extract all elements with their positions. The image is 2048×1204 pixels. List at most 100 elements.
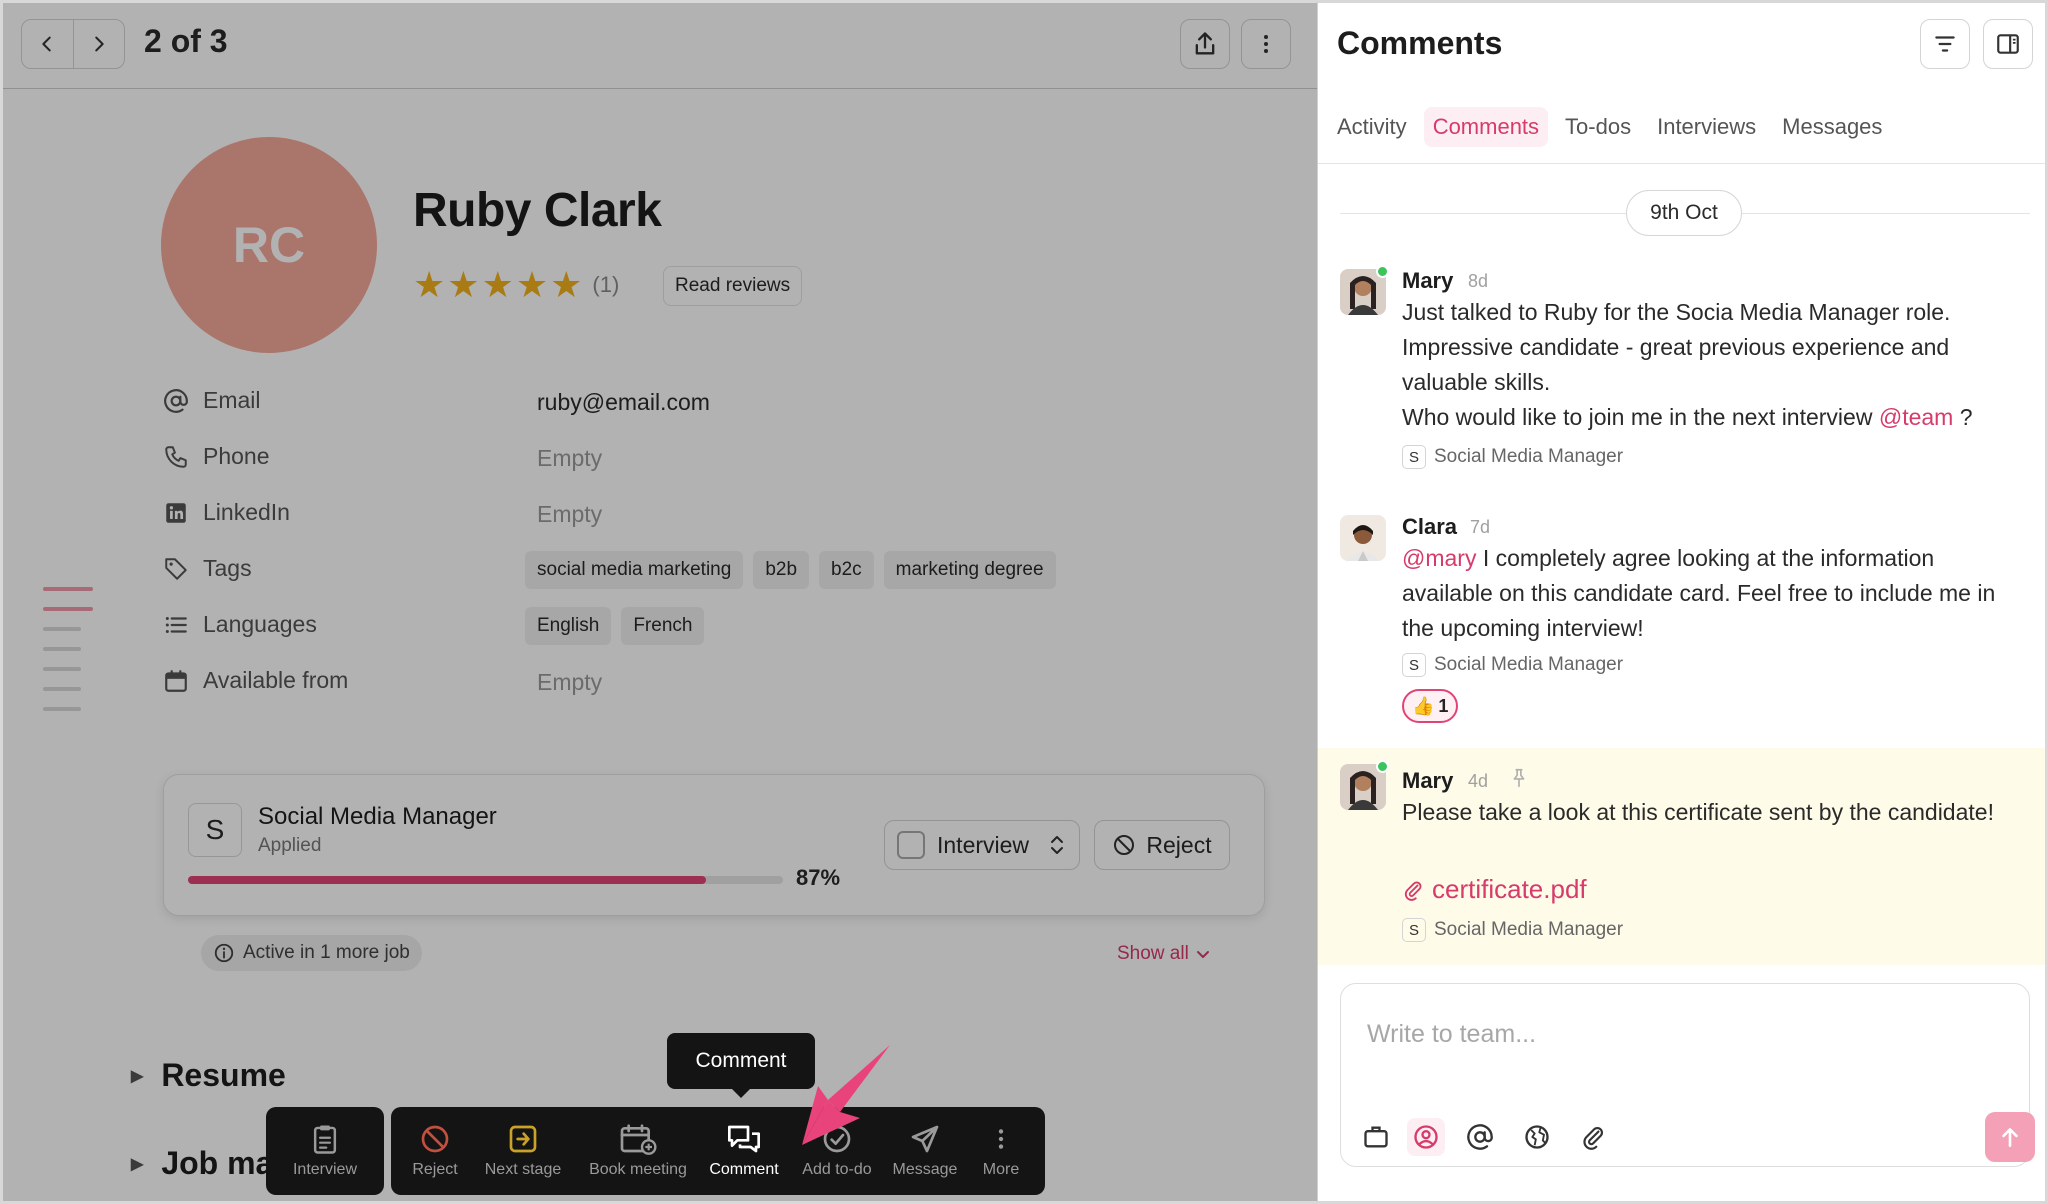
arrow-up-icon xyxy=(2002,1128,2018,1147)
at-icon xyxy=(164,388,188,413)
linkedin-icon xyxy=(166,502,186,523)
star-icon: ★ xyxy=(447,264,480,305)
tag-icon xyxy=(165,557,187,580)
annotation-arrow-icon xyxy=(802,1045,890,1145)
comment-action-button[interactable]: Comment xyxy=(699,1107,789,1195)
comment-job-tag[interactable]: S Social Media Manager xyxy=(1402,918,1623,942)
email-value[interactable]: ruby@email.com xyxy=(537,389,710,416)
candidate-more-button[interactable] xyxy=(1241,19,1291,69)
comment-job-tag[interactable]: S Social Media Manager xyxy=(1402,653,1623,677)
avatar xyxy=(1340,515,1386,561)
candidate-avatar: RC xyxy=(161,137,377,353)
stage-select[interactable]: Interview xyxy=(884,820,1080,870)
attach-file-button[interactable] xyxy=(1574,1118,1612,1156)
mention-button[interactable] xyxy=(1461,1118,1499,1156)
ban-icon xyxy=(421,1125,449,1153)
pin-icon xyxy=(1513,768,1525,788)
read-reviews-button[interactable]: Read reviews xyxy=(663,266,803,306)
prev-candidate-button[interactable] xyxy=(22,20,73,68)
tag-chip[interactable]: b2c xyxy=(819,551,874,589)
job-progress-fill xyxy=(188,876,706,884)
comment-text: Please take a look at this certificate s… xyxy=(1402,799,1994,825)
linkedin-value[interactable]: Empty xyxy=(537,501,602,528)
candidate-rating: ★ ★ ★ ★ ★ (1) xyxy=(413,265,619,305)
next-candidate-button[interactable] xyxy=(74,20,125,68)
tag-chip[interactable]: social media marketing xyxy=(525,551,744,589)
candidate-nav xyxy=(21,19,125,69)
toolbar-reject-button[interactable]: Reject xyxy=(403,1107,467,1195)
share-button[interactable] xyxy=(1180,19,1230,69)
panel-toggle-button[interactable] xyxy=(1983,19,2033,69)
comment-time: 7d xyxy=(1470,517,1491,537)
toolbar-more-button[interactable]: More xyxy=(967,1107,1035,1195)
languages-list: English French xyxy=(525,607,705,645)
comment-item: Mary 8d Just talked to Ruby for the Soci… xyxy=(1318,255,2045,495)
tag-chip[interactable]: b2b xyxy=(753,551,810,589)
available-from-label: Available from xyxy=(163,667,348,694)
show-all-jobs-link[interactable]: Show all xyxy=(1117,943,1211,965)
thumbs-up-icon: 👍 xyxy=(1412,695,1435,716)
book-meeting-button[interactable]: Book meeting xyxy=(579,1107,697,1195)
active-jobs-badge[interactable]: Active in 1 more job xyxy=(201,935,422,971)
arrow-right-box-icon xyxy=(509,1125,537,1153)
date-separator: 9th Oct xyxy=(1626,190,1742,236)
comment-time: 4d xyxy=(1468,771,1489,791)
section-scroll-indicator[interactable] xyxy=(43,587,95,727)
job-section-toggle[interactable]: ▶ Job ma xyxy=(131,1145,273,1182)
phone-value[interactable]: Empty xyxy=(537,445,602,472)
tab-messages[interactable]: Messages xyxy=(1773,107,1891,147)
job-context-button[interactable] xyxy=(1357,1118,1395,1156)
job-status: Applied xyxy=(258,835,322,856)
comment-item-pinned: Mary 4d Please take a look at this certi… xyxy=(1318,748,2045,965)
stage-select-label: Interview xyxy=(937,831,1030,858)
job-card: S Social Media Manager Applied 87% Inter… xyxy=(163,774,1265,916)
at-icon xyxy=(1467,1124,1493,1150)
languages-label: Languages xyxy=(163,611,317,638)
team-visibility-button[interactable] xyxy=(1407,1118,1445,1156)
linkedin-label: LinkedIn xyxy=(163,499,290,526)
next-stage-button[interactable]: Next stage xyxy=(477,1107,569,1195)
chevron-updown-icon xyxy=(1051,836,1063,854)
language-chip[interactable]: English xyxy=(525,607,612,645)
chevron-right-icon xyxy=(94,36,104,52)
tab-todos[interactable]: To-dos xyxy=(1556,107,1640,147)
tab-activity[interactable]: Activity xyxy=(1328,107,1416,147)
phone-icon xyxy=(165,445,187,468)
comment-input[interactable] xyxy=(1367,1020,1987,1049)
star-icon: ★ xyxy=(413,264,446,305)
tag-chip[interactable]: marketing degree xyxy=(883,551,1056,589)
comment-author[interactable]: Clara xyxy=(1402,514,1457,540)
public-visibility-button[interactable] xyxy=(1518,1118,1556,1156)
comment-composer xyxy=(1340,983,2035,1167)
mention-link[interactable]: @mary xyxy=(1402,545,1476,571)
comment-author[interactable]: Mary xyxy=(1402,768,1453,794)
more-vertical-icon xyxy=(998,1129,1004,1149)
tab-comments[interactable]: Comments xyxy=(1423,107,1549,147)
tab-interviews[interactable]: Interviews xyxy=(1648,107,1765,147)
attachment-link[interactable]: certificate.pdf xyxy=(1402,874,1587,905)
language-chip[interactable]: French xyxy=(621,607,705,645)
comment-job-tag[interactable]: S Social Media Manager xyxy=(1402,445,1623,469)
share-icon xyxy=(1195,32,1215,55)
available-from-value[interactable]: Empty xyxy=(537,669,602,696)
reaction-badge[interactable]: 👍 1 xyxy=(1402,689,1459,723)
action-toolbar: Reject Next stage Book meeting Comment A… xyxy=(391,1107,1045,1195)
candidate-name: Ruby Clark xyxy=(413,184,662,237)
paperclip-icon xyxy=(1404,881,1422,901)
resume-section-toggle[interactable]: ▶ Resume xyxy=(131,1057,286,1094)
comment-author[interactable]: Mary xyxy=(1402,268,1453,294)
send-comment-button[interactable] xyxy=(1985,1112,2035,1162)
star-icon: ★ xyxy=(550,264,583,305)
tags-list: social media marketing b2b b2c marketing… xyxy=(525,551,1056,589)
online-status-icon xyxy=(1376,265,1389,278)
mention-link[interactable]: @team xyxy=(1879,404,1953,430)
reject-button[interactable]: Reject xyxy=(1094,820,1230,870)
job-title[interactable]: Social Media Manager xyxy=(258,803,497,831)
star-icon: ★ xyxy=(481,264,514,305)
comment-text: @mary I completely agree looking at the … xyxy=(1402,545,1996,641)
candidate-panel: 2 of 3 RC Ruby Clark ★ ★ ★ ★ ★ (1) Read … xyxy=(0,0,1318,1204)
candidate-topbar: 2 of 3 xyxy=(3,3,1317,89)
phone-label: Phone xyxy=(163,443,270,470)
filter-button[interactable] xyxy=(1920,19,1970,69)
interview-action-button[interactable]: Interview xyxy=(266,1107,384,1195)
